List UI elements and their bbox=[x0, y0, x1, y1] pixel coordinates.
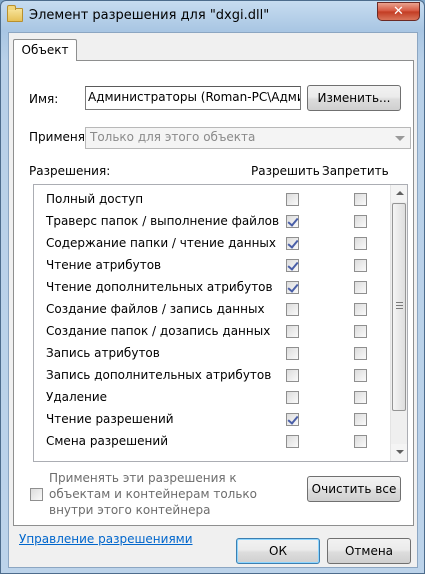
permission-row: Чтение дополнительных атрибутов bbox=[34, 277, 391, 299]
allow-checkbox[interactable] bbox=[286, 193, 299, 206]
tab-object[interactable]: Объект bbox=[13, 39, 77, 61]
permission-row: Удаление bbox=[34, 387, 391, 409]
allow-checkbox[interactable] bbox=[286, 259, 299, 272]
permission-row: Смена разрешений bbox=[34, 431, 391, 453]
grip-line bbox=[396, 305, 403, 306]
allow-checkbox[interactable] bbox=[286, 325, 299, 338]
change-button[interactable]: Изменить... bbox=[307, 85, 401, 111]
permission-name: Смена разрешений bbox=[46, 434, 168, 448]
title-bar[interactable]: Элемент разрешения для "dxgi.dll" ✕ bbox=[1, 1, 424, 31]
permission-row: Создание файлов / запись данных bbox=[34, 299, 391, 321]
permission-name: Создание файлов / запись данных bbox=[46, 302, 265, 316]
permission-row: Чтение разрешений bbox=[34, 409, 391, 431]
deny-checkbox[interactable] bbox=[354, 281, 367, 294]
allow-checkbox[interactable] bbox=[286, 281, 299, 294]
chevron-down-icon bbox=[395, 136, 405, 141]
permission-row: Полный доступ bbox=[34, 189, 391, 211]
scroll-up-icon[interactable] bbox=[391, 185, 407, 202]
permissions-label: Разрешения: bbox=[29, 164, 111, 178]
allow-checkbox[interactable] bbox=[286, 303, 299, 316]
permission-row: Создание папок / дозапись данных bbox=[34, 321, 391, 343]
allow-header: Разрешить bbox=[251, 164, 320, 178]
permission-name: Удаление bbox=[46, 390, 108, 404]
name-field[interactable]: Администраторы (Roman-PC\Админ bbox=[85, 86, 301, 110]
grip-line bbox=[396, 308, 403, 309]
allow-checkbox[interactable] bbox=[286, 215, 299, 228]
clear-all-button[interactable]: Очистить все bbox=[307, 476, 401, 502]
allow-checkbox[interactable] bbox=[286, 347, 299, 360]
deny-checkbox[interactable] bbox=[354, 259, 367, 272]
allow-checkbox[interactable] bbox=[286, 413, 299, 426]
grip-line bbox=[396, 302, 403, 303]
scroll-down-icon[interactable] bbox=[391, 444, 407, 461]
tab-panel: Имя: Администраторы (Roman-PC\Админ Изме… bbox=[13, 60, 414, 546]
folder-icon bbox=[7, 5, 23, 22]
vertical-scrollbar[interactable] bbox=[390, 185, 407, 461]
scroll-thumb[interactable] bbox=[392, 203, 406, 411]
permission-name: Запись дополнительных атрибутов bbox=[46, 368, 272, 382]
permission-name: Чтение атрибутов bbox=[46, 258, 162, 272]
permission-name: Создание папок / дозапись данных bbox=[46, 324, 271, 338]
permission-name: Содержание папки / чтение данных bbox=[46, 236, 277, 250]
allow-checkbox[interactable] bbox=[286, 435, 299, 448]
deny-checkbox[interactable] bbox=[354, 391, 367, 404]
allow-checkbox[interactable] bbox=[286, 237, 299, 250]
deny-checkbox[interactable] bbox=[354, 435, 367, 448]
deny-checkbox[interactable] bbox=[354, 303, 367, 316]
dialog-body: Объект Имя: Администраторы (Roman-PC\Адм… bbox=[8, 32, 418, 568]
permission-name: Запись атрибутов bbox=[46, 346, 160, 360]
permissions-list[interactable]: Полный доступ Траверс папок / выполнение … bbox=[33, 184, 408, 462]
apply-inside-checkbox[interactable] bbox=[30, 488, 43, 501]
permission-row: Траверс папок / выполнение файлов bbox=[34, 211, 391, 233]
apply-to-value: Только для этого объекта bbox=[90, 130, 256, 144]
allow-checkbox[interactable] bbox=[286, 391, 299, 404]
deny-checkbox[interactable] bbox=[354, 193, 367, 206]
deny-checkbox[interactable] bbox=[354, 369, 367, 382]
deny-checkbox[interactable] bbox=[354, 413, 367, 426]
window-title: Элемент разрешения для "dxgi.dll" bbox=[29, 8, 270, 23]
cancel-button[interactable]: Отмена bbox=[327, 538, 411, 564]
permission-name: Чтение дополнительных атрибутов bbox=[46, 280, 273, 294]
apply-inside-label: Применять эти разрешения к объектам и ко… bbox=[49, 471, 258, 517]
name-label: Имя: bbox=[29, 92, 59, 106]
deny-checkbox[interactable] bbox=[354, 347, 367, 360]
allow-checkbox[interactable] bbox=[286, 369, 299, 382]
permission-name: Траверс папок / выполнение файлов bbox=[46, 214, 280, 228]
permission-row: Содержание папки / чтение данных bbox=[34, 233, 391, 255]
permission-row: Запись дополнительных атрибутов bbox=[34, 365, 391, 387]
close-button[interactable]: ✕ bbox=[377, 2, 420, 21]
deny-checkbox[interactable] bbox=[354, 237, 367, 250]
manage-permissions-link[interactable]: Управление разрешениями bbox=[19, 532, 193, 546]
permission-name: Полный доступ bbox=[46, 192, 144, 206]
permission-name: Чтение разрешений bbox=[46, 412, 174, 426]
permission-entry-window: Элемент разрешения для "dxgi.dll" ✕ Объе… bbox=[0, 0, 425, 574]
deny-checkbox[interactable] bbox=[354, 325, 367, 338]
apply-to-select[interactable]: Только для этого объекта bbox=[85, 127, 411, 149]
ok-button[interactable]: ОК bbox=[236, 538, 320, 564]
permission-row: Запись атрибутов bbox=[34, 343, 391, 365]
deny-header: Запретить bbox=[322, 164, 389, 178]
permission-row: Чтение атрибутов bbox=[34, 255, 391, 277]
deny-checkbox[interactable] bbox=[354, 215, 367, 228]
